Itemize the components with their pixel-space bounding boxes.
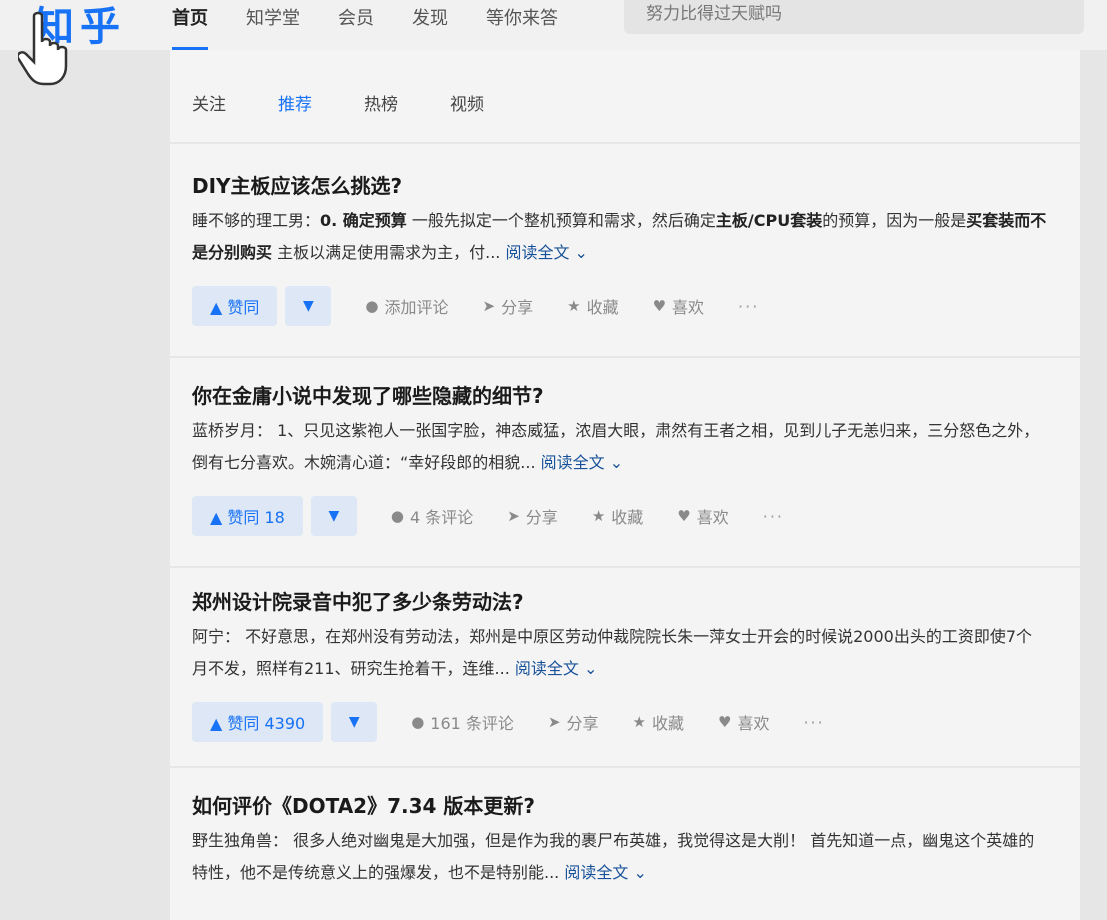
comment-icon: ● [365,297,379,315]
tab-recommend[interactable]: 推荐 [278,90,312,115]
read-more-link[interactable]: 阅读全文 ⌄ [541,453,624,472]
upvote-button[interactable]: ▲ 赞同 [192,286,278,326]
answer-excerpt[interactable]: 野生独角兽： 很多人绝对幽鬼是大加强，但是作为我的裹尸布英雄，我觉得这是大削！ … [192,825,1047,889]
feed-item: 郑州设计院录音中犯了多少条劳动法? 阿宁： 不好意思，在郑州没有劳动法，郑州是中… [192,586,1052,743]
like-label: 喜欢 [672,298,705,317]
answer-excerpt[interactable]: 蓝桥岁月： 1、只见这紫袍人一张国字脸，神态威猛，浓眉大眼，肃然有王者之相，见到… [192,415,1047,479]
more-icon[interactable]: ··· [803,713,824,732]
action-bar: ▲ 赞同 ▼ ● 添加评论 ➤ 分享 ★ 收藏 ♥ 喜欢 ··· [192,285,1052,327]
share-button[interactable]: ➤ 分享 [548,710,599,734]
search-box[interactable] [624,0,1084,34]
answer-excerpt[interactable]: 阿宁： 不好意思，在郑州没有劳动法，郑州是中原区劳动仲裁院院长朱一萍女士开会的时… [192,621,1047,685]
share-button[interactable]: ➤ 分享 [483,294,534,318]
action-bar: ▲ 赞同 4390 ▼ ● 161 条评论 ➤ 分享 ★ 收藏 ♥ 喜欢 ··· [192,701,1052,743]
more-icon[interactable]: ··· [763,507,784,526]
question-title[interactable]: DIY主板应该怎么挑选? [192,170,1052,199]
more-icon[interactable]: ··· [738,297,759,316]
excerpt-text: 一般先拟定一个整机预算和需求，然后确定 [406,211,716,230]
answer-excerpt[interactable]: 睡不够的理工男：0. 确定预算 一般先拟定一个整机预算和需求，然后确定主板/CP… [192,205,1047,269]
excerpt-text: 主板以满足使用需求为主，付... [272,243,501,262]
tab-video[interactable]: 视频 [450,90,484,115]
author-name: 睡不够的理工男： [192,211,321,230]
star-icon: ★ [632,713,646,731]
nav-discover[interactable]: 发现 [412,4,448,30]
nav-waiting-answer[interactable]: 等你来答 [486,4,558,30]
heart-icon: ♥ [718,713,732,731]
share-icon: ➤ [507,507,520,525]
downvote-button[interactable]: ▼ [331,702,378,742]
excerpt-text: 不好意思，在郑州没有劳动法，郑州是中原区劳动仲裁院院长朱一萍女士开会的时候说20… [192,627,1033,678]
divider [170,566,1080,568]
downvote-button[interactable]: ▼ [285,286,332,326]
comment-button[interactable]: ● 4 条评论 [391,504,473,528]
share-icon: ➤ [482,297,496,315]
favorite-label: 收藏 [611,508,644,527]
upvote-button[interactable]: ▲ 赞同 4390 [192,702,324,742]
favorite-button[interactable]: ★ 收藏 [567,294,618,318]
favorite-button[interactable]: ★ 收藏 [592,504,643,528]
share-button[interactable]: ➤ 分享 [507,504,558,528]
author-name: 阿宁： [192,627,241,646]
comment-icon: ● [411,713,425,731]
question-title[interactable]: 如何评价《DOTA2》7.34 版本更新? [192,790,1052,819]
divider [170,356,1080,358]
share-icon: ➤ [547,713,561,731]
question-title[interactable]: 你在金庸小说中发现了哪些隐藏的细节? [192,380,1052,409]
main-nav: 首页 知学堂 会员 发现 等你来答 [172,4,596,50]
comment-button[interactable]: ● 添加评论 [365,294,448,318]
divider [170,766,1080,768]
share-label: 分享 [501,298,534,317]
like-button[interactable]: ♥ 喜欢 [653,294,704,318]
nav-membership[interactable]: 会员 [338,4,374,30]
favorite-button[interactable]: ★ 收藏 [633,710,684,734]
favorite-label: 收藏 [651,714,684,733]
feed-item: DIY主板应该怎么挑选? 睡不够的理工男：0. 确定预算 一般先拟定一个整机预算… [192,170,1052,327]
question-title[interactable]: 郑州设计院录音中犯了多少条劳动法? [192,586,1052,615]
comment-label: 4 条评论 [409,508,474,527]
hand-cursor-icon [18,11,68,86]
excerpt-text: 的预算，因为一般是 [822,211,967,230]
share-label: 分享 [566,714,599,733]
feed-card: 关注 推荐 热榜 视频 DIY主板应该怎么挑选? 睡不够的理工男：0. 确定预算… [170,50,1080,920]
feed-item: 如何评价《DOTA2》7.34 版本更新? 野生独角兽： 很多人绝对幽鬼是大加强… [192,790,1052,889]
upvote-button[interactable]: ▲ 赞同 18 [192,496,303,536]
tab-follow[interactable]: 关注 [192,90,226,115]
feed-item: 你在金庸小说中发现了哪些隐藏的细节? 蓝桥岁月： 1、只见这紫袍人一张国字脸，神… [192,380,1052,537]
excerpt-bold: 0. 确定预算 [320,211,407,230]
comment-label: 添加评论 [384,298,449,317]
read-more-link[interactable]: 阅读全文 ⌄ [564,863,647,882]
comment-icon: ● [390,507,404,525]
excerpt-bold: 主板/CPU套装 [715,211,823,230]
downvote-button[interactable]: ▼ [310,496,357,536]
divider [170,142,1080,144]
action-bar: ▲ 赞同 18 ▼ ● 4 条评论 ➤ 分享 ★ 收藏 ♥ 喜欢 ··· [192,495,1052,537]
tab-hot[interactable]: 热榜 [364,90,398,115]
star-icon: ★ [567,297,581,315]
nav-zhixuetang[interactable]: 知学堂 [246,4,300,30]
author-name: 野生独角兽： [192,831,289,850]
feed-tabs: 关注 推荐 热榜 视频 [192,90,536,115]
nav-home[interactable]: 首页 [172,4,208,50]
read-more-link[interactable]: 阅读全文 ⌄ [515,659,598,678]
heart-icon: ♥ [677,507,691,525]
author-name: 蓝桥岁月： [192,421,273,440]
share-label: 分享 [525,508,558,527]
comment-button[interactable]: ● 161 条评论 [411,710,514,734]
comment-label: 161 条评论 [430,714,514,733]
star-icon: ★ [591,507,606,525]
read-more-link[interactable]: 阅读全文 ⌄ [505,243,588,262]
like-label: 喜欢 [696,508,729,527]
top-navbar: 知乎 首页 知学堂 会员 发现 等你来答 [0,0,1107,50]
favorite-label: 收藏 [586,298,619,317]
like-button[interactable]: ♥ 喜欢 [677,504,728,528]
like-button[interactable]: ♥ 喜欢 [718,710,769,734]
search-input[interactable] [644,0,1068,24]
heart-icon: ♥ [652,297,667,315]
like-label: 喜欢 [737,714,770,733]
